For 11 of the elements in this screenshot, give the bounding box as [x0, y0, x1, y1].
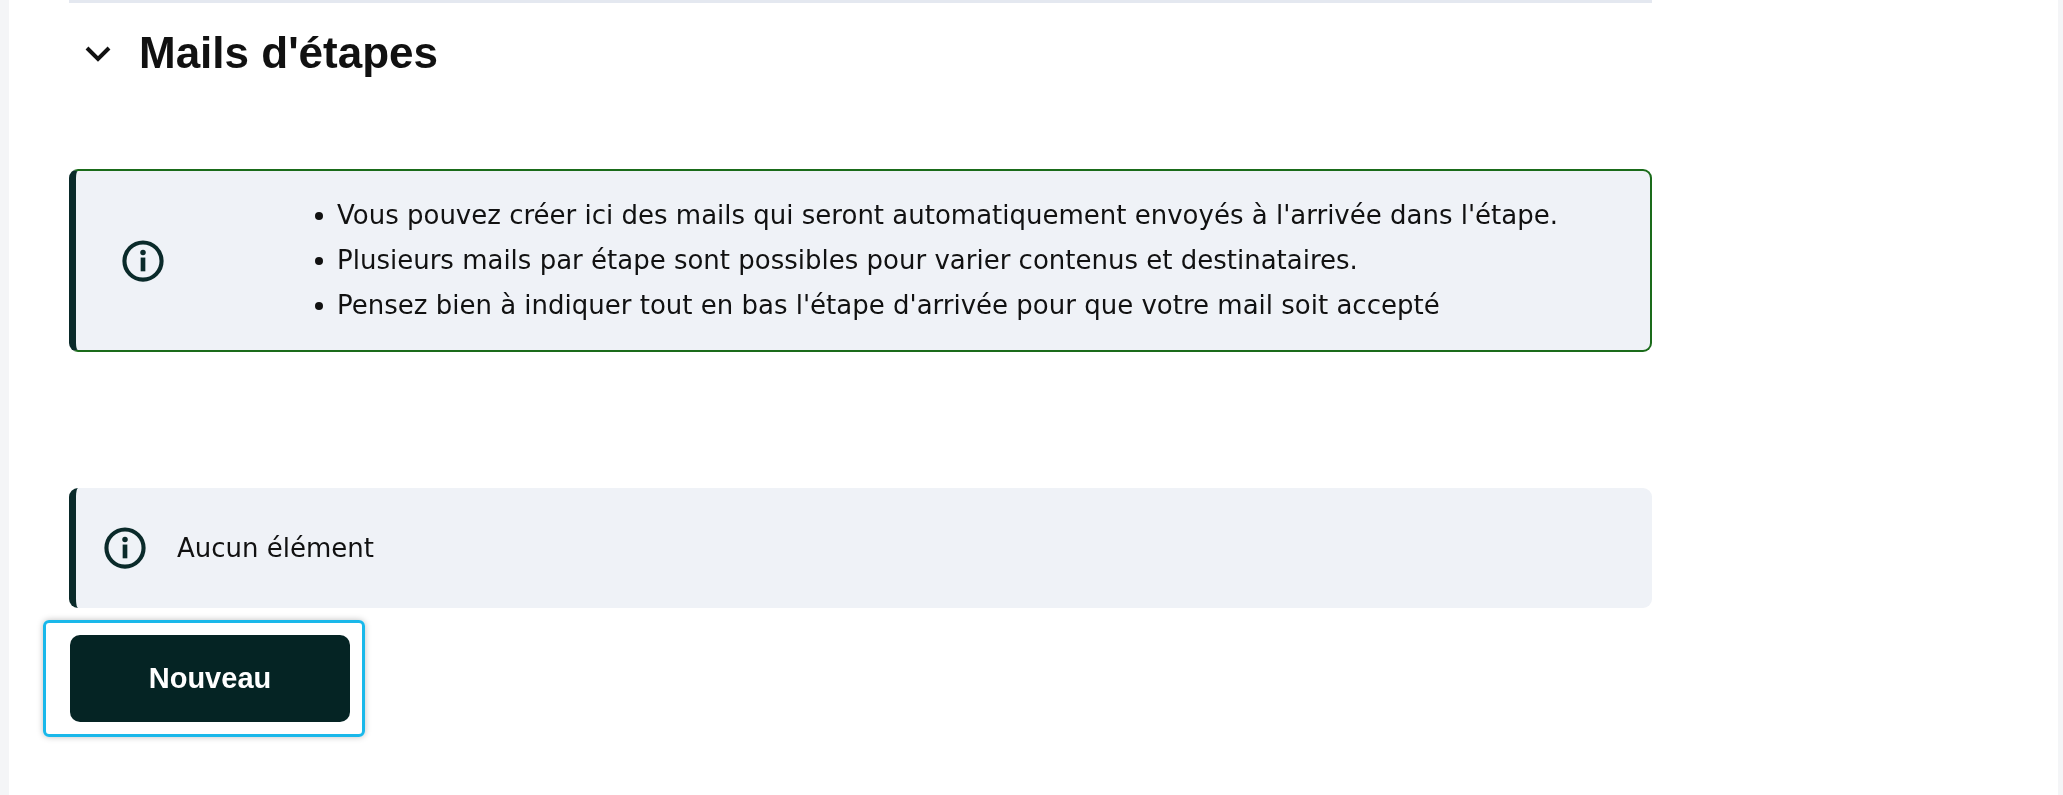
- notice-text: Pensez bien à indiquer tout en bas l'étape d'arrivée pour que votre mail soit accepté: [337, 289, 1440, 322]
- new-button[interactable]: Nouveau: [70, 635, 350, 722]
- info-icon: [103, 526, 147, 570]
- notice-text: Vous pouvez créer ici des mails qui seront automatiquement envoyés à l'arrivée dans l'étape.: [337, 199, 1558, 232]
- empty-text: Aucun élément: [177, 533, 374, 563]
- info-icon: [121, 238, 165, 283]
- section-title: Mails d'étapes: [139, 28, 439, 78]
- notice-text: Plusieurs mails par étape sont possibles pour varier contenus et destinataires.: [337, 244, 1358, 277]
- bullet-icon: [315, 256, 323, 265]
- bullet-icon: [315, 211, 323, 220]
- bullet-icon: [315, 301, 323, 310]
